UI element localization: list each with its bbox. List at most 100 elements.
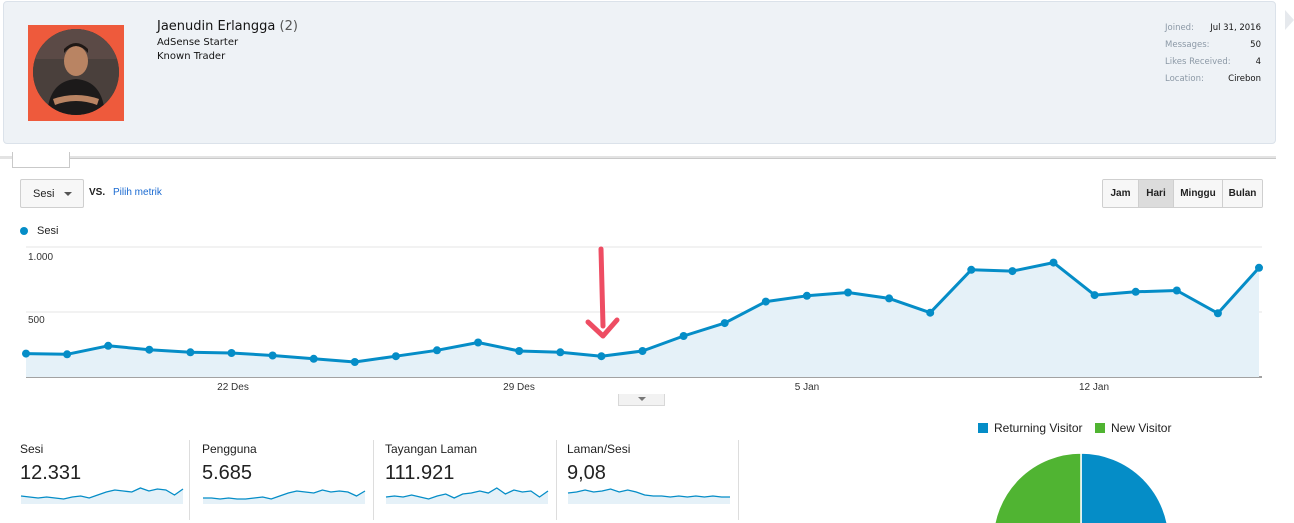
data-point[interactable] xyxy=(597,352,606,361)
data-point[interactable] xyxy=(474,338,483,347)
stat-value: Jul 31, 2016 xyxy=(1210,23,1261,33)
period-switcher: Jam Hari Minggu Bulan xyxy=(1102,179,1263,208)
user-title-primary: AdSense Starter xyxy=(157,37,239,48)
kpi-sparkline xyxy=(20,487,184,504)
kpi-value: 111.921 xyxy=(385,462,455,484)
avatar-photo xyxy=(33,29,119,115)
sparkline-area xyxy=(21,488,183,504)
data-point[interactable] xyxy=(802,291,811,300)
pie-legend-new[interactable]: New Visitor xyxy=(1095,421,1171,435)
stat-label: Joined: xyxy=(1165,23,1194,33)
card-pointer-icon xyxy=(1285,10,1294,30)
legend-label: New Visitor xyxy=(1111,421,1172,435)
series-legend-dot xyxy=(20,227,28,235)
pie-legend-returning[interactable]: Returning Visitor xyxy=(978,421,1083,435)
sparkline-area xyxy=(386,488,548,504)
data-point[interactable] xyxy=(679,332,688,340)
data-point[interactable] xyxy=(1213,309,1222,318)
period-day-button[interactable]: Hari xyxy=(1138,180,1173,207)
stat-value[interactable]: 50 xyxy=(1250,37,1261,54)
data-point[interactable] xyxy=(391,352,400,361)
data-point[interactable] xyxy=(556,348,565,357)
period-month-button[interactable]: Bulan xyxy=(1222,180,1262,207)
chevron-down-icon xyxy=(64,191,73,196)
kpi-sparkline xyxy=(567,488,730,504)
data-point[interactable] xyxy=(63,350,72,359)
pie-slice-returning[interactable] xyxy=(1080,452,1169,523)
x-tick-label: 12 Jan xyxy=(1079,382,1109,393)
data-point[interactable] xyxy=(720,319,729,328)
kpi-pages-per-session[interactable]: Laman/Sesi 9,08 xyxy=(567,440,739,520)
data-point[interactable] xyxy=(1090,291,1099,300)
annotation-arrow-icon xyxy=(585,246,620,339)
data-point[interactable] xyxy=(1172,286,1181,295)
chart-collapse-toggle[interactable] xyxy=(618,394,665,406)
pie-slice-new[interactable] xyxy=(993,452,1082,523)
data-point[interactable] xyxy=(1131,287,1140,296)
data-point[interactable] xyxy=(350,358,359,366)
data-point[interactable] xyxy=(885,294,894,303)
pick-metric-link[interactable]: Pilih metrik xyxy=(113,187,162,198)
kpi-pageviews[interactable]: Tayangan Laman 111.921 xyxy=(385,440,557,520)
user-name-link[interactable]: Jaenudin Erlangga xyxy=(157,19,275,34)
page: Jaenudin Erlangga (2) AdSense Starter Kn… xyxy=(0,0,1294,523)
y-tick-label: 1.000 xyxy=(28,252,53,263)
kpi-label: Pengguna xyxy=(202,442,257,456)
stat-messages: Messages: 50 xyxy=(1165,37,1261,54)
kpi-value: 9,08 xyxy=(567,462,606,484)
stat-likes: Likes Received: 4 xyxy=(1165,54,1261,71)
avatar[interactable] xyxy=(28,25,124,121)
kpi-sparkline xyxy=(385,487,549,504)
kpi-sessions[interactable]: Sesi 12.331 xyxy=(20,440,190,520)
series-legend-label[interactable]: Sesi xyxy=(37,225,58,237)
stat-label: Location: xyxy=(1165,74,1204,84)
sessions-line-chart: 1.000 500 22 Des 29 Des 5 Jan 12 Jan xyxy=(22,246,1263,393)
legend-swatch xyxy=(1095,423,1105,433)
user-stats: Joined: Jul 31, 2016 Messages: 50 Likes … xyxy=(1165,20,1261,88)
stat-joined: Joined: Jul 31, 2016 xyxy=(1165,20,1261,37)
data-point[interactable] xyxy=(186,348,195,357)
x-tick-label: 29 Des xyxy=(503,382,535,393)
data-point[interactable] xyxy=(926,308,935,317)
kpi-value: 12.331 xyxy=(20,462,82,484)
data-point[interactable] xyxy=(1008,267,1017,276)
x-tick-label: 22 Des xyxy=(217,382,249,393)
data-point[interactable] xyxy=(515,347,524,355)
data-point[interactable] xyxy=(104,341,113,350)
data-point[interactable] xyxy=(844,288,852,297)
data-point[interactable] xyxy=(433,346,441,355)
legend-label: Returning Visitor xyxy=(994,421,1083,435)
data-point[interactable] xyxy=(1255,263,1263,272)
data-point[interactable] xyxy=(145,345,154,354)
data-point[interactable] xyxy=(638,347,647,355)
kpi-label: Laman/Sesi xyxy=(567,442,631,456)
user-title-secondary: Known Trader xyxy=(157,51,226,62)
metric-select[interactable]: Sesi xyxy=(20,179,84,208)
stat-value[interactable]: Cirebon xyxy=(1228,71,1261,88)
vs-label: VS. xyxy=(89,187,106,198)
data-point[interactable] xyxy=(227,349,236,357)
sparkline-area xyxy=(203,490,365,504)
chevron-down-icon xyxy=(638,397,646,401)
data-point[interactable] xyxy=(761,297,770,306)
metric-select-label: Sesi xyxy=(33,187,55,200)
stat-label: Messages: xyxy=(1165,40,1210,50)
tab-overview[interactable] xyxy=(12,152,70,168)
stat-value: 4 xyxy=(1255,57,1261,67)
kpi-users[interactable]: Pengguna 5.685 xyxy=(202,440,374,520)
kpi-sparkline xyxy=(203,489,366,504)
period-hour-button[interactable]: Jam xyxy=(1103,180,1138,207)
data-point[interactable] xyxy=(268,351,277,360)
visitor-pie-chart xyxy=(993,452,1169,523)
data-point[interactable] xyxy=(22,349,30,358)
post-count: (2) xyxy=(279,19,298,34)
legend-swatch xyxy=(978,423,988,433)
stat-location: Location: Cirebon xyxy=(1165,71,1261,88)
kpi-label: Sesi xyxy=(20,442,44,456)
data-point[interactable] xyxy=(309,354,318,363)
user-profile-card: Jaenudin Erlangga (2) AdSense Starter Kn… xyxy=(3,1,1276,144)
data-point[interactable] xyxy=(967,265,976,274)
kpi-label: Tayangan Laman xyxy=(385,442,478,456)
period-week-button[interactable]: Minggu xyxy=(1173,180,1222,207)
data-point[interactable] xyxy=(1049,258,1058,267)
